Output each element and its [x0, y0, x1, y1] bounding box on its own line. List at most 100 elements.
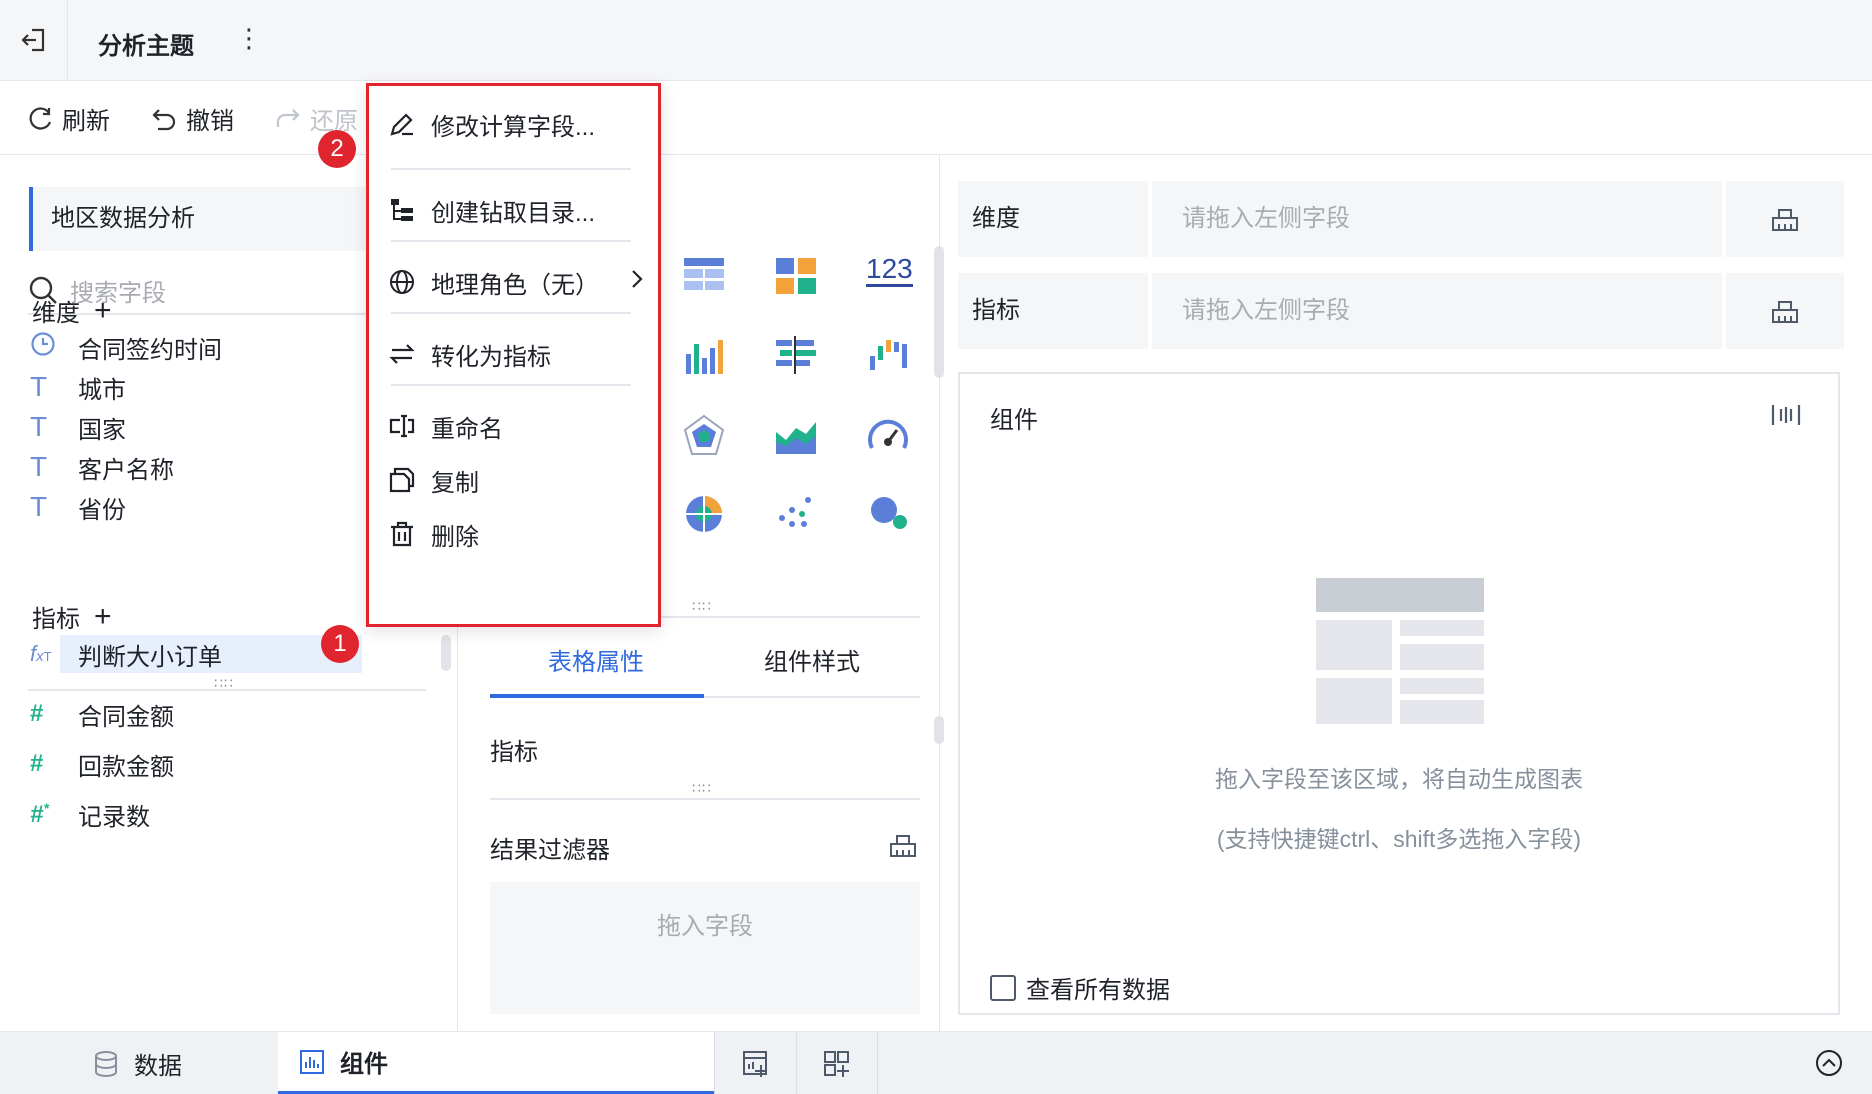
bar-chart-icon[interactable]	[680, 332, 728, 380]
menu-convert-to-measure[interactable]: 转化为指标	[387, 334, 637, 374]
formula-text-icon: fxT	[30, 641, 52, 666]
dataset-name[interactable]: 地区数据分析	[29, 187, 369, 251]
menu-rename[interactable]: 重命名	[387, 406, 637, 446]
measure-field[interactable]: #* 记录数	[30, 794, 150, 834]
dimension-field[interactable]: T 客户名称	[30, 447, 174, 487]
horizontal-bar-chart-icon[interactable]	[772, 332, 820, 380]
refresh-label: 刷新	[62, 108, 110, 135]
sunburst-chart-icon[interactable]	[680, 488, 728, 536]
field-label: 合同签约时间	[78, 336, 222, 364]
more-options-icon[interactable]: ⋮	[236, 24, 262, 52]
property-scrollbar[interactable]	[934, 716, 944, 744]
tab-data[interactable]: 数据	[92, 1032, 182, 1094]
menu-label: 修改计算字段...	[431, 113, 596, 141]
add-chart-icon	[742, 1050, 767, 1077]
drill-tree-icon	[387, 195, 417, 225]
add-measure-icon[interactable]: +	[94, 601, 112, 631]
dimension-shelf-label: 维度	[958, 181, 1148, 257]
dimension-field[interactable]: T 国家	[30, 407, 126, 447]
empty-hint: 拖入字段至该区域，将自动生成图表	[1215, 766, 1583, 792]
tab-component[interactable]: 组件	[278, 1032, 714, 1094]
menu-label: 删除	[431, 523, 479, 551]
exit-button[interactable]	[0, 0, 68, 80]
view-all-data-checkbox[interactable]: 查看所有数据	[990, 970, 1170, 1005]
checkbox-icon[interactable]	[990, 974, 1016, 1001]
add-dimension-icon[interactable]: +	[94, 295, 112, 325]
field-label: 城市	[78, 376, 126, 404]
chevron-right-icon	[629, 267, 645, 298]
chart-list-scrollbar[interactable]	[934, 246, 944, 378]
field-label: 省份	[78, 496, 126, 524]
field-context-menu: 修改计算字段... 创建钻取目录... 地理角色（无） 转化为指标 重命名 复制…	[366, 83, 661, 627]
menu-label: 转化为指标	[431, 343, 551, 371]
filter-drop-zone[interactable]: 拖入字段	[490, 882, 920, 1014]
step-badge-1: 1	[321, 625, 359, 663]
field-label: 合同金额	[78, 703, 174, 731]
tab-table-properties[interactable]: 表格属性	[548, 642, 644, 677]
kpi-chart-icon[interactable]: 123	[866, 254, 913, 287]
resize-handle[interactable]: ∷∷	[692, 780, 712, 797]
menu-divider	[391, 168, 631, 170]
measure-section-title: 指标	[490, 739, 538, 766]
copy-icon	[387, 465, 417, 495]
crosstab-chart-icon[interactable]	[772, 252, 820, 300]
table-chart-icon[interactable]	[680, 252, 728, 300]
menu-copy[interactable]: 复制	[387, 460, 637, 500]
scatter-chart-icon[interactable]	[772, 488, 820, 536]
add-dashboard-icon	[824, 1050, 849, 1077]
clock-icon	[30, 331, 78, 364]
redo-button[interactable]: 还原	[274, 101, 358, 136]
dimension-clear-button[interactable]	[1726, 181, 1844, 257]
column-width-icon[interactable]	[1770, 402, 1802, 428]
waterfall-chart-icon[interactable]	[864, 332, 912, 380]
area-chart-icon[interactable]	[772, 412, 820, 460]
filter-clear-icon[interactable]	[888, 830, 918, 860]
dimension-drop-zone[interactable]: 请拖入左侧字段	[1152, 181, 1722, 257]
dimensions-section: 维度 +	[32, 293, 112, 328]
dimension-field[interactable]: T 省份	[30, 487, 126, 527]
resize-handle[interactable]: ∷∷	[692, 598, 712, 615]
measure-field[interactable]: # 合同金额	[30, 694, 174, 734]
step-badge-2: 2	[318, 130, 356, 168]
dimension-shelf: 维度 请拖入左侧字段	[958, 181, 1844, 257]
text-icon: T	[30, 491, 48, 522]
component-canvas[interactable]: 组件 拖入字段至该区域，将自动生成图表 (支持快捷键ctrl、shift多选拖入…	[958, 372, 1840, 1015]
bottom-bar: 数据 组件	[0, 1031, 1872, 1094]
measures-title: 指标	[32, 606, 80, 633]
tab-component-style[interactable]: 组件样式	[764, 642, 860, 677]
menu-create-drill-directory[interactable]: 创建钻取目录...	[387, 190, 637, 230]
gauge-chart-icon[interactable]	[864, 412, 912, 460]
field-label: 客户名称	[78, 456, 174, 484]
active-tab-indicator	[490, 694, 704, 698]
dimension-field-selected[interactable]: fxT 判断大小订单	[30, 634, 222, 674]
data-tab-label: 数据	[134, 1053, 182, 1080]
measure-drop-zone[interactable]: 请拖入左侧字段	[1152, 273, 1722, 349]
menu-delete[interactable]: 删除	[387, 514, 637, 554]
collapse-up-icon[interactable]	[1814, 1048, 1844, 1078]
measure-field[interactable]: # 回款金额	[30, 744, 174, 784]
chart-tab-icon	[300, 1049, 324, 1074]
refresh-icon	[29, 106, 52, 130]
menu-divider	[391, 240, 631, 242]
bubble-chart-icon[interactable]	[864, 488, 912, 536]
add-dashboard-button[interactable]	[796, 1032, 878, 1094]
globe-icon	[387, 267, 417, 297]
menu-geo-role[interactable]: 地理角色（无）	[387, 262, 645, 302]
measure-clear-button[interactable]	[1726, 273, 1844, 349]
radar-chart-icon[interactable]	[680, 412, 728, 460]
record-count-icon: #*	[30, 799, 49, 828]
broom-icon	[1772, 209, 1798, 231]
menu-edit-calculated-field[interactable]: 修改计算字段...	[387, 104, 637, 144]
dimension-field[interactable]: 合同签约时间	[30, 327, 222, 367]
divider	[28, 689, 426, 691]
dimension-field[interactable]: T 城市	[30, 367, 126, 407]
scrollbar[interactable]	[441, 635, 451, 671]
component-title: 组件	[990, 407, 1038, 434]
menu-label: 地理角色（无）	[431, 271, 599, 299]
top-bar: 分析主题 ⋮	[0, 0, 1872, 81]
refresh-button[interactable]: 刷新	[26, 101, 110, 136]
rename-icon	[387, 411, 417, 441]
text-icon: T	[30, 371, 48, 402]
add-component-button[interactable]	[714, 1032, 796, 1094]
undo-button[interactable]: 撤销	[150, 101, 234, 136]
